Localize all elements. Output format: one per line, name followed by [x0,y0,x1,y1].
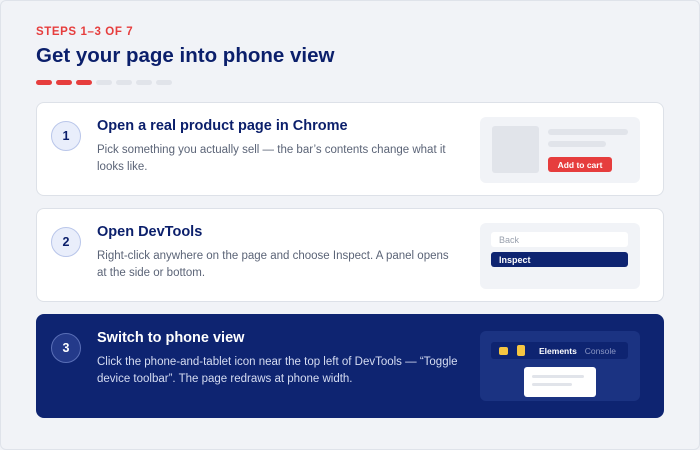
step-card-1[interactable]: 1 Open a real product page in Chrome Pic… [36,102,664,196]
text-line-placeholder [532,383,572,386]
text-line-placeholder [532,375,584,378]
step-number: 1 [51,121,81,151]
text-line-placeholder [548,129,628,135]
step-title: Open DevTools [97,224,203,240]
step-description: Click the phone-and-tablet icon near the… [97,356,458,385]
devtools-toolbar: Elements Console [491,342,628,359]
device-toolbar-icon [517,345,525,356]
context-menu-illustration: Back Inspect [480,223,640,289]
progress-segment [56,80,72,85]
product-image-placeholder [492,126,539,173]
step-number: 2 [51,227,81,257]
progress-segment [96,80,112,85]
step-card-3[interactable]: 3 Switch to phone view Click the phone-a… [36,314,664,418]
tab-elements: Elements [539,345,577,356]
page-title: Get your page into phone view [36,44,335,67]
step-description: Pick something you actually sell — the b… [97,144,446,173]
progress-indicator [36,80,172,85]
devtools-illustration: Elements Console [480,331,640,401]
progress-segment [36,80,52,85]
step-description: Right-click anywhere on the page and cho… [97,250,449,279]
inspect-element-icon [499,346,508,355]
add-to-cart-button: Add to cart [548,157,612,172]
step-number: 3 [51,333,81,363]
progress-segment [156,80,172,85]
step-title: Switch to phone view [97,330,245,346]
step-title: Open a real product page in Chrome [97,118,348,134]
progress-segment [136,80,152,85]
tab-console: Console [584,345,616,356]
menu-item-back: Back [491,232,628,247]
step-counter: STEPS 1–3 OF 7 [36,26,134,38]
step-card-2[interactable]: 2 Open DevTools Right-click anywhere on … [36,208,664,302]
phone-viewport-preview [524,367,596,397]
progress-segment [116,80,132,85]
progress-segment [76,80,92,85]
menu-item-inspect: Inspect [491,252,628,267]
text-line-placeholder [548,141,606,147]
product-page-illustration: Add to cart [480,117,640,183]
